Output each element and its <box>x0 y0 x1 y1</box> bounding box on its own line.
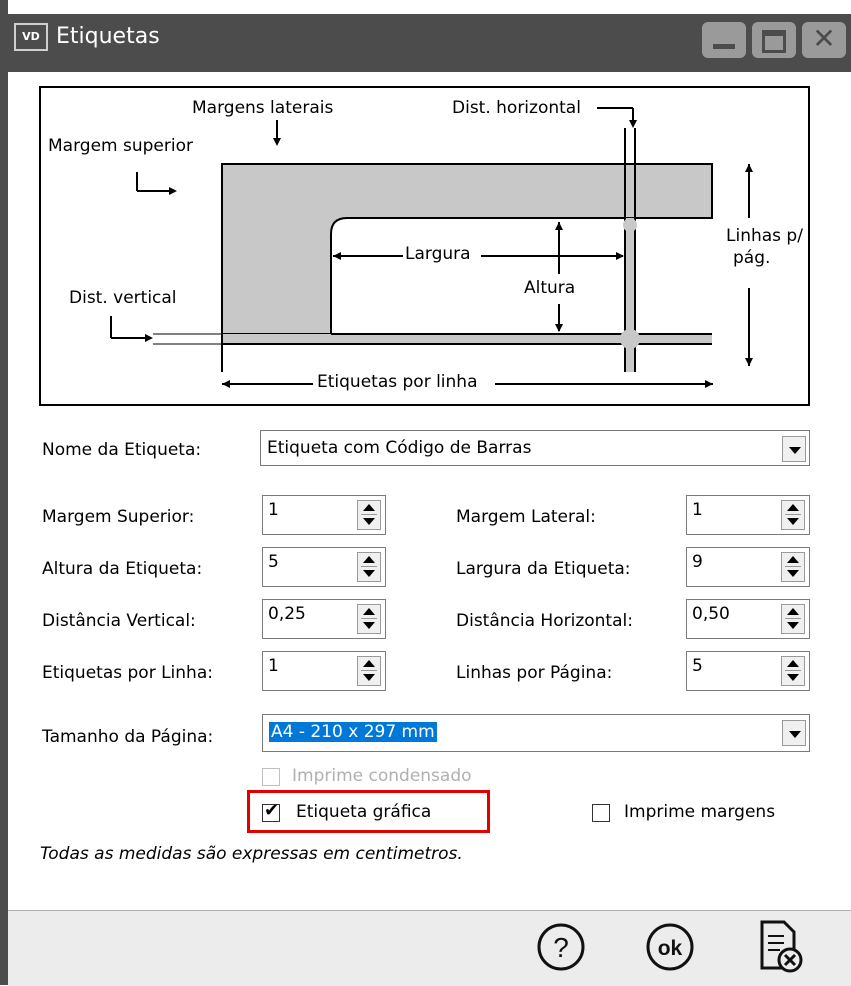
spinner-arrows-icon[interactable] <box>357 552 381 582</box>
spinner-arrows-icon[interactable] <box>781 604 805 634</box>
largura-etiqueta-value: 9 <box>692 552 703 572</box>
imprime-margens-checkbox[interactable] <box>592 804 610 822</box>
spinner-arrows-icon[interactable] <box>357 604 381 634</box>
altura-etiqueta-spinner[interactable]: 5 <box>262 547 386 587</box>
distancia-vertical-label: Distância Vertical: <box>42 611 196 631</box>
linhas-por-pagina-value: 5 <box>692 656 703 676</box>
nome-etiqueta-value: Etiqueta com Código de Barras <box>267 438 532 458</box>
diagram-label-etiquetas-por-linha: Etiquetas por linha <box>317 372 478 392</box>
close-icon: ✕ <box>812 22 836 55</box>
diagram-label-altura: Altura <box>524 278 576 298</box>
diagram-label-pag: pág. <box>733 248 771 268</box>
tamanho-pagina-select[interactable]: A4 - 210 x 297 mm <box>262 714 810 752</box>
etiquetas-por-linha-spinner[interactable]: 1 <box>262 651 386 691</box>
highlight-annotation <box>247 790 490 833</box>
distancia-horizontal-value: 0,50 <box>692 604 730 624</box>
nome-etiqueta-select[interactable]: Etiqueta com Código de Barras <box>260 430 810 466</box>
help-icon[interactable]: ? <box>534 920 588 974</box>
imprime-condensado-checkbox[interactable] <box>262 768 280 786</box>
distancia-horizontal-label: Distância Horizontal: <box>456 611 633 631</box>
svg-text:?: ? <box>553 932 569 963</box>
cancel-document-icon[interactable] <box>754 918 804 976</box>
margem-lateral-spinner[interactable]: 1 <box>686 495 810 535</box>
largura-etiqueta-label: Largura da Etiqueta: <box>456 559 631 579</box>
window-left-border <box>0 0 8 985</box>
spinner-arrows-icon[interactable] <box>781 656 805 686</box>
largura-etiqueta-spinner[interactable]: 9 <box>686 547 810 587</box>
diagram-label-largura: Largura <box>405 244 471 264</box>
margem-superior-value: 1 <box>268 500 279 520</box>
altura-etiqueta-value: 5 <box>268 552 279 572</box>
diagram-label-linhas-p: Linhas p/ <box>726 226 803 246</box>
chevron-down-icon[interactable] <box>782 720 806 746</box>
spinner-arrows-icon[interactable] <box>781 552 805 582</box>
chevron-down-icon[interactable] <box>782 436 806 462</box>
minimize-icon <box>713 44 735 49</box>
spinner-arrows-icon[interactable] <box>781 500 805 530</box>
altura-etiqueta-label: Altura da Etiqueta: <box>42 559 203 579</box>
diagram-label-margens-laterais: Margens laterais <box>192 98 334 118</box>
margem-superior-spinner[interactable]: 1 <box>262 495 386 535</box>
margem-lateral-label: Margem Lateral: <box>456 507 596 527</box>
window-title: Etiquetas <box>56 24 160 49</box>
etiquetas-por-linha-value: 1 <box>268 656 279 676</box>
spinner-arrows-icon[interactable] <box>357 500 381 530</box>
ok-icon[interactable]: ok <box>643 920 697 974</box>
margem-lateral-value: 1 <box>692 500 703 520</box>
diagram-label-margem-superior: Margem superior <box>48 136 193 156</box>
spinner-arrows-icon[interactable] <box>357 656 381 686</box>
maximize-icon <box>762 30 786 53</box>
margem-superior-label: Margem Superior: <box>42 507 195 527</box>
units-note: Todas as medidas são expressas em centim… <box>40 844 463 864</box>
etiquetas-window: VD Etiquetas ✕ Margens laterais Dist. ho… <box>0 0 851 986</box>
svg-text:ok: ok <box>658 937 683 960</box>
etiquetas-por-linha-label: Etiquetas por Linha: <box>42 663 213 683</box>
imprime-margens-label: Imprime margens <box>624 802 776 822</box>
close-button[interactable]: ✕ <box>802 22 846 58</box>
dialog-footer <box>8 910 851 986</box>
diagram-label-dist-vertical: Dist. vertical <box>69 288 177 308</box>
diagram-label-dist-horizontal: Dist. horizontal <box>452 98 581 118</box>
nome-etiqueta-label: Nome da Etiqueta: <box>42 440 202 460</box>
app-icon: VD <box>14 23 48 51</box>
linhas-por-pagina-spinner[interactable]: 5 <box>686 651 810 691</box>
distancia-vertical-value: 0,25 <box>268 604 306 624</box>
linhas-por-pagina-label: Linhas por Página: <box>456 663 613 683</box>
distancia-horizontal-spinner[interactable]: 0,50 <box>686 599 810 639</box>
distancia-vertical-spinner[interactable]: 0,25 <box>262 599 386 639</box>
minimize-button[interactable] <box>702 22 746 58</box>
tamanho-pagina-value: A4 - 210 x 297 mm <box>269 722 437 742</box>
tamanho-pagina-label: Tamanho da Página: <box>42 727 214 747</box>
maximize-button[interactable] <box>752 22 796 58</box>
imprime-condensado-label: Imprime condensado <box>292 766 472 786</box>
label-layout-diagram: Margens laterais Dist. horizontal Margem… <box>39 86 810 406</box>
